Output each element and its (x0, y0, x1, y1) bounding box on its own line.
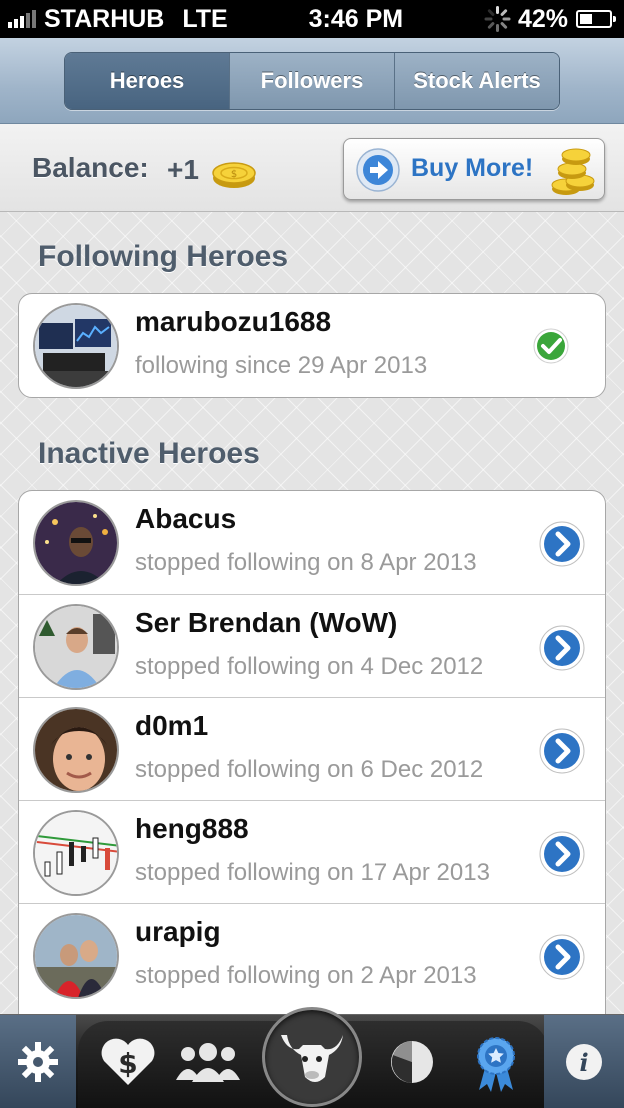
tab-heroes[interactable]: Heroes (65, 53, 229, 109)
carrier-name: STARHUB (44, 4, 165, 33)
following-card: marubozu1688 following since 29 Apr 2013 (18, 293, 606, 398)
list-item[interactable]: heng888 stopped following on 17 Apr 2013 (19, 800, 605, 903)
tab-stock-alerts[interactable]: Stock Alerts (394, 53, 559, 109)
svg-text:$: $ (231, 169, 237, 180)
coin-icon: $ (212, 162, 256, 188)
signal-strength-icon (8, 10, 36, 28)
bull-icon (281, 1035, 343, 1082)
svg-text:i: i (579, 1048, 588, 1077)
activity-spinner-icon (484, 6, 511, 32)
chevron-right-circle-icon[interactable] (539, 521, 585, 567)
coin-stack-icon (551, 148, 595, 195)
tab-heart-dollar[interactable]: $ (96, 1015, 160, 1108)
award-ribbon-icon (477, 1037, 515, 1092)
network-type: LTE (182, 4, 228, 33)
list-item[interactable]: d0m1 stopped following on 6 Dec 2012 (19, 697, 605, 800)
avatar (33, 810, 119, 896)
arrow-right-circle-icon (356, 148, 400, 192)
tab-bar: $ i (0, 1007, 624, 1108)
hero-subtitle: stopped following on 2 Apr 2013 (135, 962, 477, 989)
balance-bar: Balance: +1 $ Buy More! (0, 124, 624, 212)
battery-fill (580, 14, 592, 24)
hero-name: Ser Brendan (WoW) (135, 607, 398, 638)
hero-subtitle: stopped following on 6 Dec 2012 (135, 756, 484, 783)
tab-settings[interactable] (0, 1015, 76, 1108)
hero-name: urapig (135, 916, 221, 947)
svg-text:$: $ (118, 1047, 137, 1080)
list-item[interactable]: Ser Brendan (WoW) stopped following on 4… (19, 594, 605, 697)
avatar (33, 604, 119, 690)
tab-followers[interactable]: Followers (229, 53, 394, 109)
hero-subtitle: stopped following on 4 Dec 2012 (135, 653, 484, 680)
avatar (33, 913, 119, 999)
buy-more-button[interactable]: Buy More! (343, 138, 605, 200)
avatar (33, 707, 119, 793)
list-item[interactable]: Abacus stopped following on 8 Apr 2013 (19, 491, 605, 594)
list-item[interactable]: marubozu1688 following since 29 Apr 2013 (19, 294, 605, 397)
inactive-card: Abacus stopped following on 8 Apr 2013 S… (18, 490, 606, 1014)
hero-name: d0m1 (135, 710, 209, 741)
balance-label: Balance: (32, 152, 149, 183)
hero-name: marubozu1688 (135, 306, 332, 337)
avatar (33, 500, 119, 586)
section-title-following: Following Heroes (38, 240, 289, 273)
tab-info[interactable]: i (544, 1015, 624, 1108)
balance-value: +1 (167, 154, 199, 185)
hero-subtitle: following since 29 Apr 2013 (135, 352, 428, 379)
section-title-inactive: Inactive Heroes (38, 437, 260, 470)
tab-people[interactable] (172, 1015, 244, 1108)
tab-award[interactable] (468, 1015, 524, 1108)
chevron-right-circle-icon[interactable] (539, 625, 585, 671)
status-bar: STARHUB LTE 3:46 PM 42% (0, 0, 624, 38)
tab-home-bull[interactable] (262, 1007, 362, 1107)
clock: 3:46 PM (308, 4, 404, 33)
list-item[interactable]: urapig stopped following on 2 Apr 2013 (19, 903, 605, 1006)
hero-name: Abacus (135, 503, 237, 534)
hero-subtitle: stopped following on 17 Apr 2013 (135, 859, 490, 886)
people-icon (176, 1043, 240, 1082)
pie-chart-icon (391, 1041, 433, 1083)
info-icon: i (566, 1044, 602, 1080)
heart-dollar-icon: $ (101, 1038, 155, 1085)
chevron-right-circle-icon[interactable] (539, 831, 585, 877)
tab-pie-chart[interactable] (384, 1015, 440, 1108)
battery-icon (576, 10, 616, 28)
segmented-control: Heroes Followers Stock Alerts (64, 52, 560, 110)
chevron-right-circle-icon[interactable] (539, 934, 585, 980)
hero-subtitle: stopped following on 8 Apr 2013 (135, 549, 477, 576)
avatar (33, 303, 119, 389)
nav-bar: Heroes Followers Stock Alerts (0, 38, 624, 124)
gear-icon (18, 1042, 58, 1082)
heroes-list[interactable]: Following Heroes marubozu1688 following … (0, 212, 624, 1014)
check-circle-icon (533, 328, 569, 364)
chevron-right-circle-icon[interactable] (539, 728, 585, 774)
hero-name: heng888 (135, 813, 249, 844)
battery-percent: 42% (517, 4, 568, 33)
buy-more-label: Buy More! (411, 154, 534, 182)
